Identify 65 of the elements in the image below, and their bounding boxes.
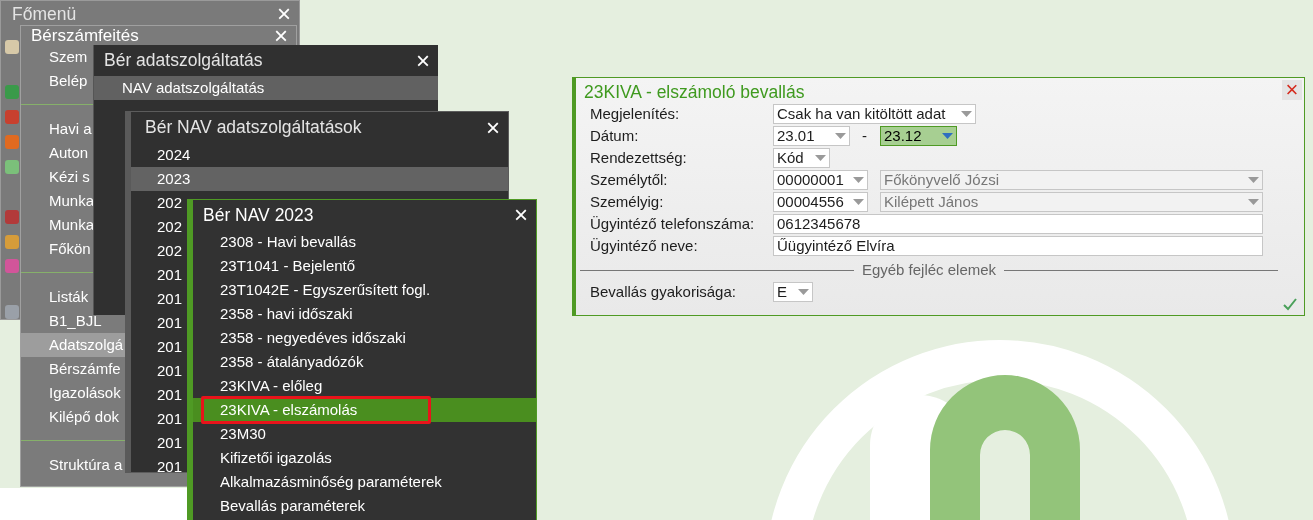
dropdown[interactable]: 00004556 (773, 192, 868, 212)
tile-icon[interactable] (4, 234, 20, 250)
dropdown[interactable]: Csak ha van kitöltött adat (773, 104, 976, 124)
section-label: Egyéb fejléc elemek (861, 259, 997, 280)
tile-icon[interactable] (4, 159, 20, 175)
window-title: Bér NAV adatszolgáltatások (145, 116, 362, 140)
caret-icon (1248, 198, 1259, 206)
close-button[interactable]: × (275, 4, 293, 24)
menu-item[interactable]: NAV adatszolgáltatás (94, 76, 438, 100)
caret-icon (853, 198, 864, 206)
caret-icon (835, 132, 846, 140)
window-title: Bér NAV 2023 (203, 203, 314, 227)
field-label: Megjelenítés: (590, 103, 681, 124)
caret-icon (1248, 176, 1259, 184)
tile-icon[interactable] (4, 304, 20, 319)
caret-icon (942, 132, 953, 140)
field-label: Bevallás gyakorisága: (590, 281, 737, 302)
field-label: Dátum: (590, 125, 640, 146)
input-field[interactable]: 0612345678 (773, 214, 1263, 234)
close-button[interactable]: × (512, 205, 530, 225)
caret-icon (853, 176, 864, 184)
tile-icon[interactable] (4, 134, 20, 150)
tile-icon[interactable] (4, 258, 20, 274)
menu-item[interactable]: 2358 - átalányadózók (193, 350, 536, 374)
menu-item[interactable]: 2308 - Havi bevallás (193, 230, 536, 254)
tile-icon[interactable] (4, 209, 20, 225)
menu-item[interactable]: 23KIVA - elszámolás (193, 398, 536, 422)
field-label: Rendezettség: (590, 147, 688, 168)
menu-item[interactable]: 23KIVA - előleg (193, 374, 536, 398)
menu-item[interactable]: 23T1041 - Bejelentő (193, 254, 536, 278)
caret-icon (961, 110, 972, 118)
dropdown[interactable]: 23.01 (773, 126, 850, 146)
menu-item[interactable]: 2358 - havi időszaki (193, 302, 536, 326)
menu-item[interactable]: 2358 - negyedéves időszaki (193, 326, 536, 350)
caret-icon (815, 154, 826, 162)
dropdown[interactable]: Kód (773, 148, 830, 168)
menu-item[interactable]: Kifizetői igazolás (193, 446, 536, 470)
caret-icon (798, 288, 809, 296)
menu-item[interactable]: Alkalmazásminőség paraméterek (193, 470, 536, 494)
tile-icon[interactable] (4, 39, 20, 55)
date-separator: - (862, 125, 868, 146)
window-title: Bérszámfeités (31, 26, 139, 45)
close-button[interactable]: × (1282, 80, 1302, 100)
close-button[interactable]: × (272, 26, 290, 46)
menu-item[interactable]: 23T1042E - Egyszerűsített fogl. (193, 278, 536, 302)
tile-icon[interactable] (4, 109, 20, 125)
field-label: Személytől: (590, 169, 669, 190)
form-title: 23KIVA - elszámoló bevallás (584, 81, 805, 103)
field-label: Ügyintéző telefonszáma: (590, 213, 756, 234)
dropdown[interactable]: 23.12 (880, 126, 957, 146)
close-button[interactable]: × (414, 50, 432, 71)
window-title: Bér adatszolgáltatás (104, 49, 263, 73)
menu-item[interactable]: 23M30 (193, 422, 536, 446)
menu-item[interactable]: 2023 (131, 167, 508, 191)
checkmark-icon[interactable] (1282, 297, 1298, 311)
window-title: Főmenü (12, 2, 77, 26)
menu-item[interactable]: Bevallás paraméterek (193, 494, 536, 518)
dropdown[interactable]: E (773, 282, 813, 302)
field-label: Személyig: (590, 191, 665, 212)
field-label: Ügyintéző neve: (590, 235, 699, 256)
tile-icon[interactable] (4, 84, 20, 100)
close-button[interactable]: × (484, 117, 502, 138)
dropdown[interactable]: 00000001 (773, 170, 868, 190)
input-field[interactable]: Űügyintéző Elvíra (773, 236, 1263, 256)
menu-item[interactable]: 2024 (131, 143, 508, 167)
